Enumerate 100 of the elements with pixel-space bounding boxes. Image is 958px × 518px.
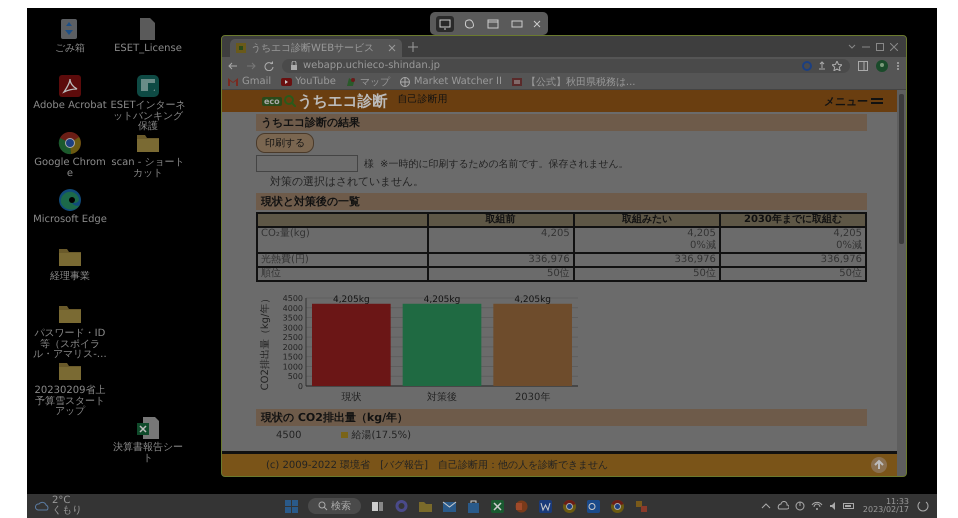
desktop-icon-label[interactable]: 決算書報告シート (110, 443, 186, 464)
weather-widget[interactable]: 2°C くもり (35, 496, 82, 516)
desktop-icon-label[interactable]: ごみ箱 (32, 44, 108, 54)
site-favicon-icon (236, 43, 246, 53)
globe-icon (400, 76, 411, 86)
table-cell: 336,976 (428, 253, 574, 267)
start-icon[interactable] (284, 498, 299, 514)
search-icon (318, 501, 328, 511)
column-header: 取組みたい (574, 213, 720, 227)
bookmark[interactable]: 【公式】秋田県税務は... (512, 74, 636, 88)
pdf-icon[interactable] (57, 73, 83, 99)
share-icon[interactable] (817, 60, 827, 70)
new-tab-icon[interactable] (408, 42, 418, 52)
lock-icon (290, 61, 298, 70)
map-icon (346, 76, 357, 86)
desktop-icon-label[interactable]: ESETインターネットバンキング保護 (110, 101, 186, 132)
app-icon[interactable] (634, 498, 649, 514)
excel-icon[interactable] (490, 498, 505, 514)
y-tick-label: 0 (298, 382, 303, 391)
caret-icon[interactable] (848, 42, 856, 50)
section-title: 現状と対策後の一覧 (256, 193, 867, 210)
bookmark[interactable]: Market Watcher II (400, 76, 502, 87)
shield-icon[interactable] (135, 73, 161, 99)
chrome-icon[interactable] (57, 130, 83, 156)
desktop-icon-label[interactable]: ESET_License (110, 44, 186, 54)
table-cell: 50位 (428, 267, 574, 281)
side-panel-icon[interactable] (858, 60, 868, 70)
close-icon[interactable] (890, 42, 898, 50)
table-cell: 50位 (574, 267, 720, 281)
close-icon[interactable] (388, 44, 396, 52)
maximize-icon[interactable] (876, 42, 884, 50)
desktop-icon-label[interactable]: 20230209省上予算雪スタートアップ (32, 386, 108, 418)
clock[interactable]: 11:33 2023/02/17 (862, 498, 909, 514)
cloud-icon (35, 500, 49, 512)
window-icon (487, 18, 499, 30)
notification-icon[interactable] (917, 500, 929, 512)
reload-icon[interactable] (264, 60, 274, 70)
bookmark[interactable]: YouTube (281, 76, 336, 87)
table-cell: 4,205 0%減 (574, 227, 720, 253)
outlook-icon[interactable] (586, 498, 601, 514)
y-tick-label: 500 (288, 372, 303, 382)
desktop-icon-label[interactable]: scan - ショートカット (110, 158, 186, 179)
avatar-icon[interactable] (876, 60, 888, 72)
y-tick-label: 2000 (282, 342, 303, 352)
y-tick-label: 1000 (282, 362, 303, 372)
scrollbar-thumb[interactable] (899, 94, 904, 244)
scrollbar[interactable] (897, 90, 906, 476)
bar-value-label: 4,205kg (424, 294, 460, 305)
logo-text: うちエコ診断 (298, 92, 388, 110)
word-icon[interactable] (538, 498, 553, 514)
mail-icon[interactable] (442, 498, 457, 514)
address-bar[interactable]: webapp.uchieco-shindan.jp (282, 58, 850, 72)
logo-badge: eco (262, 96, 282, 106)
desktop-icon-label[interactable]: Microsoft Edge (32, 215, 108, 226)
menu-icon[interactable] (896, 60, 900, 70)
bar-value-label: 4,205kg (514, 294, 552, 305)
magnifier-icon (284, 95, 296, 107)
rectangle-snip-button[interactable] (436, 16, 454, 32)
x-tick-label: 対策後 (427, 392, 457, 403)
name-input-field[interactable] (256, 155, 358, 172)
rectangle-icon (439, 18, 451, 30)
excel-icon[interactable] (135, 415, 161, 441)
power-icon[interactable] (794, 501, 805, 511)
wifi-icon[interactable] (810, 501, 823, 511)
footer-notice: 自己診断用：他の人を診断できません (438, 458, 608, 472)
search-field[interactable]: 検索 (308, 498, 361, 514)
speaker-icon[interactable] (828, 501, 837, 511)
print-button[interactable]: 印刷する (256, 133, 314, 153)
temperature-text: 2°C (52, 496, 72, 506)
weather-condition: くもり (52, 506, 82, 516)
y-tick-label: 4500 (282, 294, 303, 303)
bug-report-link[interactable]: [バグ報告] (380, 458, 428, 472)
chevron-up-icon[interactable] (760, 502, 771, 510)
cloud-icon[interactable] (776, 501, 789, 511)
store-icon[interactable] (466, 498, 481, 514)
powerpoint-icon[interactable] (514, 498, 529, 514)
chrome-icon[interactable] (562, 498, 577, 514)
close-icon[interactable] (532, 18, 542, 28)
x-tick-label: 現状 (341, 392, 362, 403)
mail-icon (228, 76, 239, 86)
desktop-icon-label[interactable]: 経理事業 (32, 272, 108, 282)
edge-icon[interactable] (57, 187, 83, 213)
scroll-top-icon[interactable] (871, 457, 887, 473)
fullscreen-icon (511, 18, 523, 30)
desktop-icon-label[interactable]: パスワード・ID等（スポイラル・アマリス-… (32, 329, 108, 360)
column-header: 取組前 (428, 213, 574, 227)
back-arrow-icon[interactable] (228, 60, 238, 70)
chrome-icon[interactable] (610, 498, 625, 514)
bookmark[interactable]: Gmail (228, 76, 272, 87)
video-icon (281, 76, 292, 86)
bookmark[interactable]: マップ (346, 74, 390, 88)
name-note: ※一時的に印刷するための名前です。保存されません。 (380, 158, 628, 170)
x-tick-label: 2030年 (514, 392, 550, 403)
bar-value-label: 4,205kg (332, 294, 370, 305)
browser-tab[interactable]: うちエコ診断WEBサービス (230, 39, 402, 57)
row-header: 順位 (257, 267, 428, 281)
star-icon[interactable] (832, 60, 842, 70)
mode-label: 自己診断用 (398, 92, 449, 106)
desktop-icon-label[interactable]: Google Chrome (32, 158, 108, 179)
desktop-icon-label[interactable]: Adobe Acrobat (32, 101, 108, 112)
